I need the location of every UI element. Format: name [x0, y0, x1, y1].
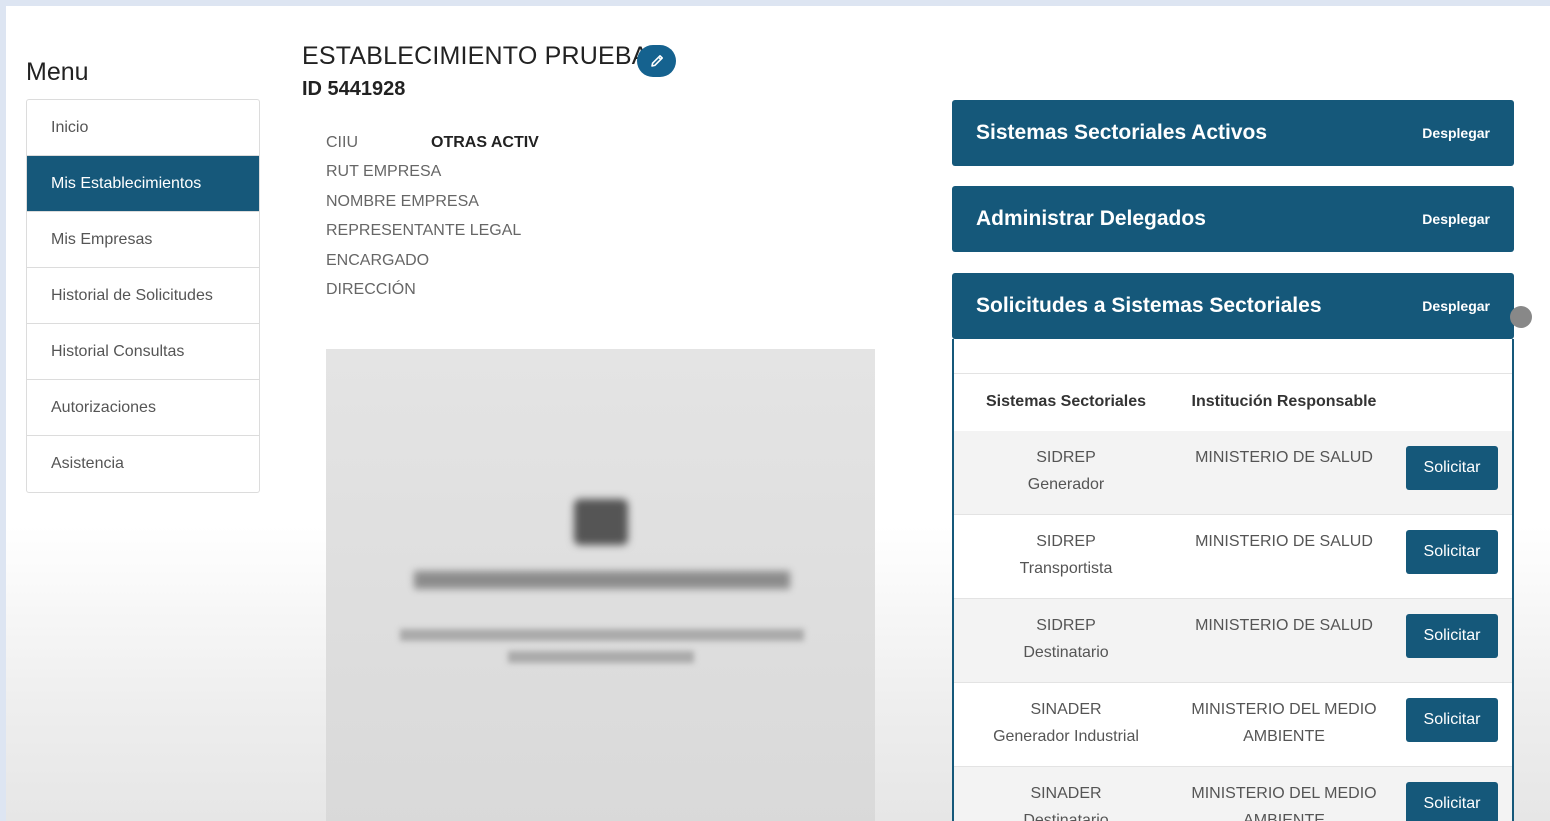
institution-name: MINISTERIO DE SALUD	[1195, 617, 1373, 634]
institution-name: MINISTERIO DE SALUD	[1195, 449, 1373, 466]
blurred-text	[414, 571, 790, 589]
institution-cell: MINISTERIO DE SALUD	[1178, 528, 1390, 555]
panel-title: Solicitudes a Sistemas Sectoriales	[976, 294, 1322, 317]
blurred-icon	[574, 499, 628, 545]
expand-toggle[interactable]: Desplegar	[1422, 125, 1490, 141]
map-preview	[326, 349, 875, 821]
system-subtype: Destinatario	[1023, 644, 1109, 661]
blurred-text	[400, 629, 804, 641]
institution-name-cont: AMBIENTE	[1243, 812, 1325, 821]
panel-title: Sistemas Sectoriales Activos	[976, 121, 1268, 144]
sidebar-menu: Inicio Mis Establecimientos Mis Empresas…	[26, 99, 260, 493]
sidebar-item-autorizaciones[interactable]: Autorizaciones	[27, 380, 259, 436]
info-label: DIRECCIÓN	[326, 280, 416, 298]
info-label: RUT EMPRESA	[326, 163, 442, 181]
info-label: CIIU	[326, 134, 358, 151]
info-label: REPRESENTANTE LEGAL	[326, 222, 522, 240]
sidebar-item-asistencia[interactable]: Asistencia	[27, 436, 259, 492]
institution-cell: MINISTERIO DEL MEDIO AMBIENTE	[1178, 696, 1390, 750]
info-value: OTRAS ACTIV	[431, 134, 539, 151]
info-label: ENCARGADO	[326, 251, 430, 269]
info-row-ciiu: CIIU OTRAS ACTIV	[326, 128, 539, 157]
institution-name: MINISTERIO DEL MEDIO	[1191, 701, 1377, 718]
pencil-icon	[650, 55, 663, 67]
panel-solicitudes: Solicitudes a Sistemas Sectoriales Despl…	[952, 273, 1514, 339]
page-title: ESTABLECIMIENTO PRUEBA	[302, 42, 649, 70]
edit-button[interactable]	[637, 45, 676, 77]
panel-sistemas-activos: Sistemas Sectoriales Activos Desplegar	[952, 100, 1514, 166]
table-header: Sistemas Sectoriales Institución Respons…	[954, 373, 1512, 433]
institution-cell: MINISTERIO DE SALUD	[1178, 612, 1390, 639]
system-name: SIDREP	[1036, 449, 1096, 466]
institution-name-cont: AMBIENTE	[1243, 728, 1325, 745]
system-cell: SINADER Destinatario	[954, 780, 1178, 821]
institution-name: MINISTERIO DEL MEDIO	[1191, 785, 1377, 802]
system-name: SIDREP	[1036, 533, 1096, 550]
solicitar-button[interactable]: Solicitar	[1406, 446, 1498, 490]
sidebar-item-mis-establecimientos[interactable]: Mis Establecimientos	[27, 156, 259, 212]
system-cell: SIDREP Transportista	[954, 528, 1178, 582]
expand-toggle[interactable]: Desplegar	[1422, 211, 1490, 227]
solicitar-button[interactable]: Solicitar	[1406, 530, 1498, 574]
sidebar-item-historial-solicitudes[interactable]: Historial de Solicitudes	[27, 268, 259, 324]
page: Menu Inicio Mis Establecimientos Mis Emp…	[6, 6, 1550, 821]
solicitar-button[interactable]: Solicitar	[1406, 614, 1498, 658]
sidebar-item-mis-empresas[interactable]: Mis Empresas	[27, 212, 259, 268]
expand-toggle[interactable]: Desplegar	[1422, 298, 1490, 314]
system-subtype: Generador Industrial	[993, 728, 1139, 745]
table-row: SINADER Destinatario MINISTERIO DEL MEDI…	[954, 767, 1512, 821]
system-cell: SIDREP Destinatario	[954, 612, 1178, 666]
system-name: SIDREP	[1036, 617, 1096, 634]
establishment-info: CIIU OTRAS ACTIV RUT EMPRESA NOMBRE EMPR…	[326, 128, 539, 304]
sidebar-item-inicio[interactable]: Inicio	[27, 100, 259, 156]
info-row-direccion: DIRECCIÓN	[326, 275, 521, 304]
requests-panel-body: Sistemas Sectoriales Institución Respons…	[952, 339, 1514, 821]
panel-administrar-delegados: Administrar Delegados Desplegar	[952, 186, 1514, 252]
system-name: SINADER	[1030, 785, 1102, 802]
info-row-rut: RUT EMPRESA	[326, 157, 521, 186]
institution-name: MINISTERIO DE SALUD	[1195, 533, 1373, 550]
panel-title: Administrar Delegados	[976, 207, 1206, 230]
system-subtype: Transportista	[1019, 560, 1113, 577]
info-label: NOMBRE EMPRESA	[326, 192, 479, 210]
scroll-handle[interactable]	[1510, 306, 1532, 328]
table-row: SINADER Generador Industrial MINISTERIO …	[954, 683, 1512, 767]
column-header: Sistemas Sectoriales	[985, 393, 1147, 410]
info-row-nombre-empresa: NOMBRE EMPRESA	[326, 187, 521, 216]
blurred-text	[508, 651, 694, 663]
institution-cell: MINISTERIO DEL MEDIO AMBIENTE	[1178, 780, 1390, 821]
solicitar-button[interactable]: Solicitar	[1406, 698, 1498, 742]
sidebar-item-historial-consultas[interactable]: Historial Consultas	[27, 324, 259, 380]
table-row: SIDREP Destinatario MINISTERIO DE SALUD …	[954, 599, 1512, 683]
system-subtype: Generador	[1027, 476, 1105, 493]
system-name: SINADER	[1030, 701, 1102, 718]
column-header: Institución Responsable	[1191, 393, 1377, 410]
system-subtype: Destinatario	[1023, 812, 1109, 821]
system-cell: SINADER Generador Industrial	[954, 696, 1178, 750]
menu-title: Menu	[26, 58, 89, 86]
solicitar-button[interactable]: Solicitar	[1406, 782, 1498, 821]
institution-cell: MINISTERIO DE SALUD	[1178, 444, 1390, 471]
info-row-encargado: ENCARGADO	[326, 246, 521, 275]
system-cell: SIDREP Generador	[954, 444, 1178, 498]
table-row: SIDREP Transportista MINISTERIO DE SALUD…	[954, 515, 1512, 599]
establishment-id: ID 5441928	[302, 78, 406, 100]
table-row: SIDREP Generador MINISTERIO DE SALUD Sol…	[954, 431, 1512, 515]
info-row-representante: REPRESENTANTE LEGAL	[326, 216, 521, 245]
